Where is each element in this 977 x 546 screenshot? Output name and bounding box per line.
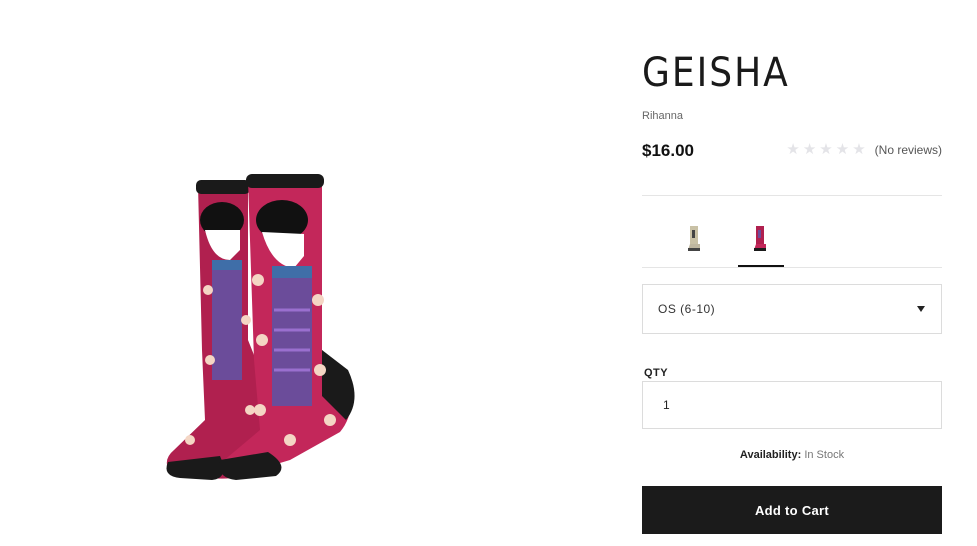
star-icon: ★ [802,141,817,158]
swatch-light[interactable] [672,220,718,268]
product-title: GEISHA [642,50,790,96]
caret-down-icon [917,306,925,312]
size-select[interactable]: OS (6-10) [642,284,942,334]
reviews-count[interactable]: (No reviews) [875,143,942,157]
qty-input[interactable] [642,381,942,429]
variant-swatches [672,220,784,268]
size-select-value: OS (6-10) [658,302,716,316]
star-icon: ★ [852,141,866,158]
add-to-cart-button[interactable]: Add to Cart [642,486,942,534]
sock-thumbnail-pink-icon [754,226,766,251]
product-price: $16.00 [642,141,694,160]
sock-thumbnail-light-icon [688,226,700,251]
product-brand[interactable]: Rihanna [642,110,683,122]
swatch-pink[interactable] [738,220,784,268]
geisha-socks-image[interactable] [150,160,390,500]
availability-label: Availability: [739,449,802,461]
qty-label: QTY [644,367,669,379]
product-image-area [0,0,620,546]
star-icon: ★ [819,141,833,158]
availability-value: In Stock [804,449,845,461]
divider [642,195,942,196]
star-rating: ★ ★ ★ ★ ★ [786,142,865,157]
star-icon: ★ [786,141,800,158]
rating[interactable]: ★ ★ ★ ★ ★ (No reviews) [786,142,942,157]
availability: Availability: In Stock [642,449,942,461]
divider [642,267,942,268]
star-icon: ★ [835,141,850,158]
